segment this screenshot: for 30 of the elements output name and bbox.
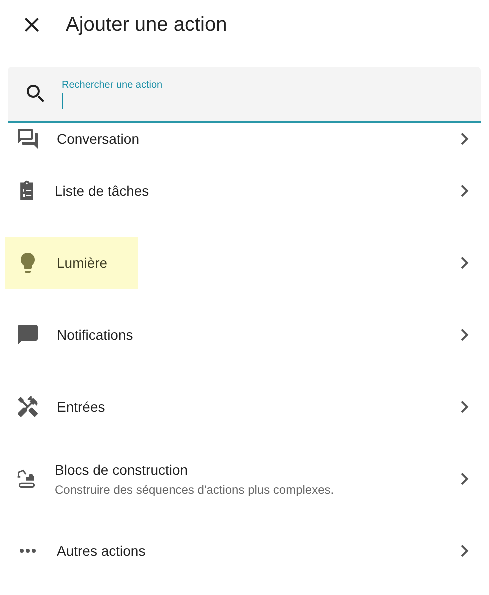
- excavator-icon: [16, 468, 38, 490]
- chevron-right-icon: [461, 401, 469, 413]
- item-label: Notifications: [57, 327, 134, 343]
- action-item[interactable]: Conversation: [5, 123, 170, 155]
- item-label: Autres actions: [57, 543, 146, 559]
- chevron-right-icon: [461, 545, 469, 557]
- chat-bubbles-icon: [16, 127, 40, 151]
- chevron-right-icon: [461, 329, 469, 341]
- item-label: Lumière: [57, 255, 108, 271]
- chevron-right-icon: [461, 473, 469, 485]
- item-label: Entrées: [57, 399, 106, 415]
- action-item[interactable]: Liste de tâches: [5, 165, 180, 217]
- action-item[interactable]: Blocs de construction Construire des séquences d'actions plus complexes.: [5, 453, 364, 505]
- speech-bubble-icon: [16, 323, 40, 347]
- action-item[interactable]: Lumière: [5, 237, 138, 289]
- item-label: Conversation: [57, 131, 140, 147]
- action-item[interactable]: Entrées: [5, 381, 136, 433]
- tools-icon: [16, 395, 40, 419]
- more-icon: [20, 549, 36, 553]
- dialog-title: Ajouter une action: [66, 14, 228, 36]
- action-item[interactable]: Notifications: [5, 309, 164, 361]
- action-item[interactable]: Autres actions: [5, 525, 176, 577]
- item-description: Construire des séquences d'actions plus complexes.: [55, 482, 334, 496]
- item-label: Blocs de construction: [55, 462, 190, 478]
- item-label: Liste de tâches: [55, 183, 150, 199]
- chevron-right-icon: [461, 185, 469, 197]
- chevron-right-icon: [461, 257, 469, 269]
- search-label: Rechercher une action: [62, 80, 164, 90]
- text-cursor: [62, 92, 63, 108]
- chevron-right-icon: [461, 133, 469, 145]
